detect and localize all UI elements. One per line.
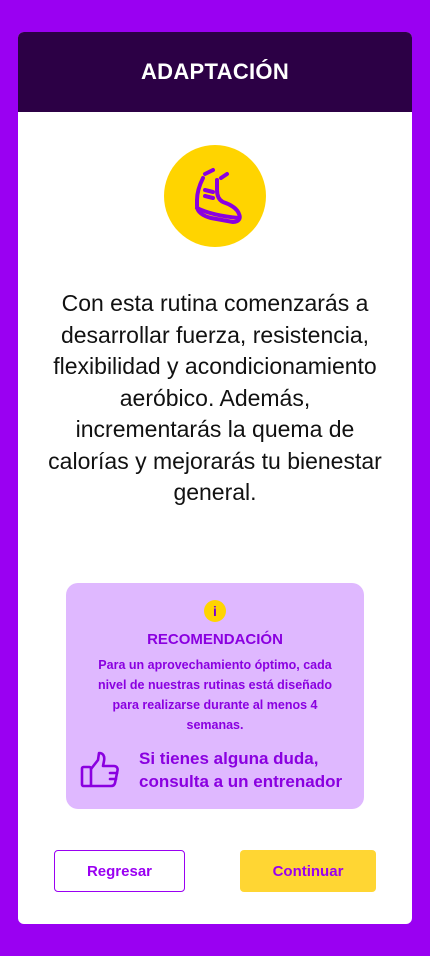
coach-hint-text: Si tienes alguna duda, consulta a un ent…: [139, 749, 343, 791]
routine-card: ADAPTACIÓN Con esta rutina comenzarás a …: [18, 32, 412, 924]
info-icon: i: [204, 600, 226, 622]
recommendation-text: Para un aprovechamiento óptimo, cada niv…: [97, 658, 333, 732]
back-button[interactable]: Regresar: [54, 850, 185, 892]
continue-button[interactable]: Continuar: [240, 850, 376, 892]
card-header: ADAPTACIÓN: [18, 32, 412, 112]
recommendation-box: i RECOMENDACIÓN Para un aprovechamiento …: [66, 583, 364, 809]
running-shoe-icon: [164, 145, 266, 247]
page-title: ADAPTACIÓN: [140, 59, 290, 84]
routine-description: Con esta rutina comenzarás a desarrollar…: [48, 290, 382, 505]
recommendation-title: RECOMENDACIÓN: [147, 631, 283, 648]
thumbs-up-icon: [80, 751, 120, 791]
